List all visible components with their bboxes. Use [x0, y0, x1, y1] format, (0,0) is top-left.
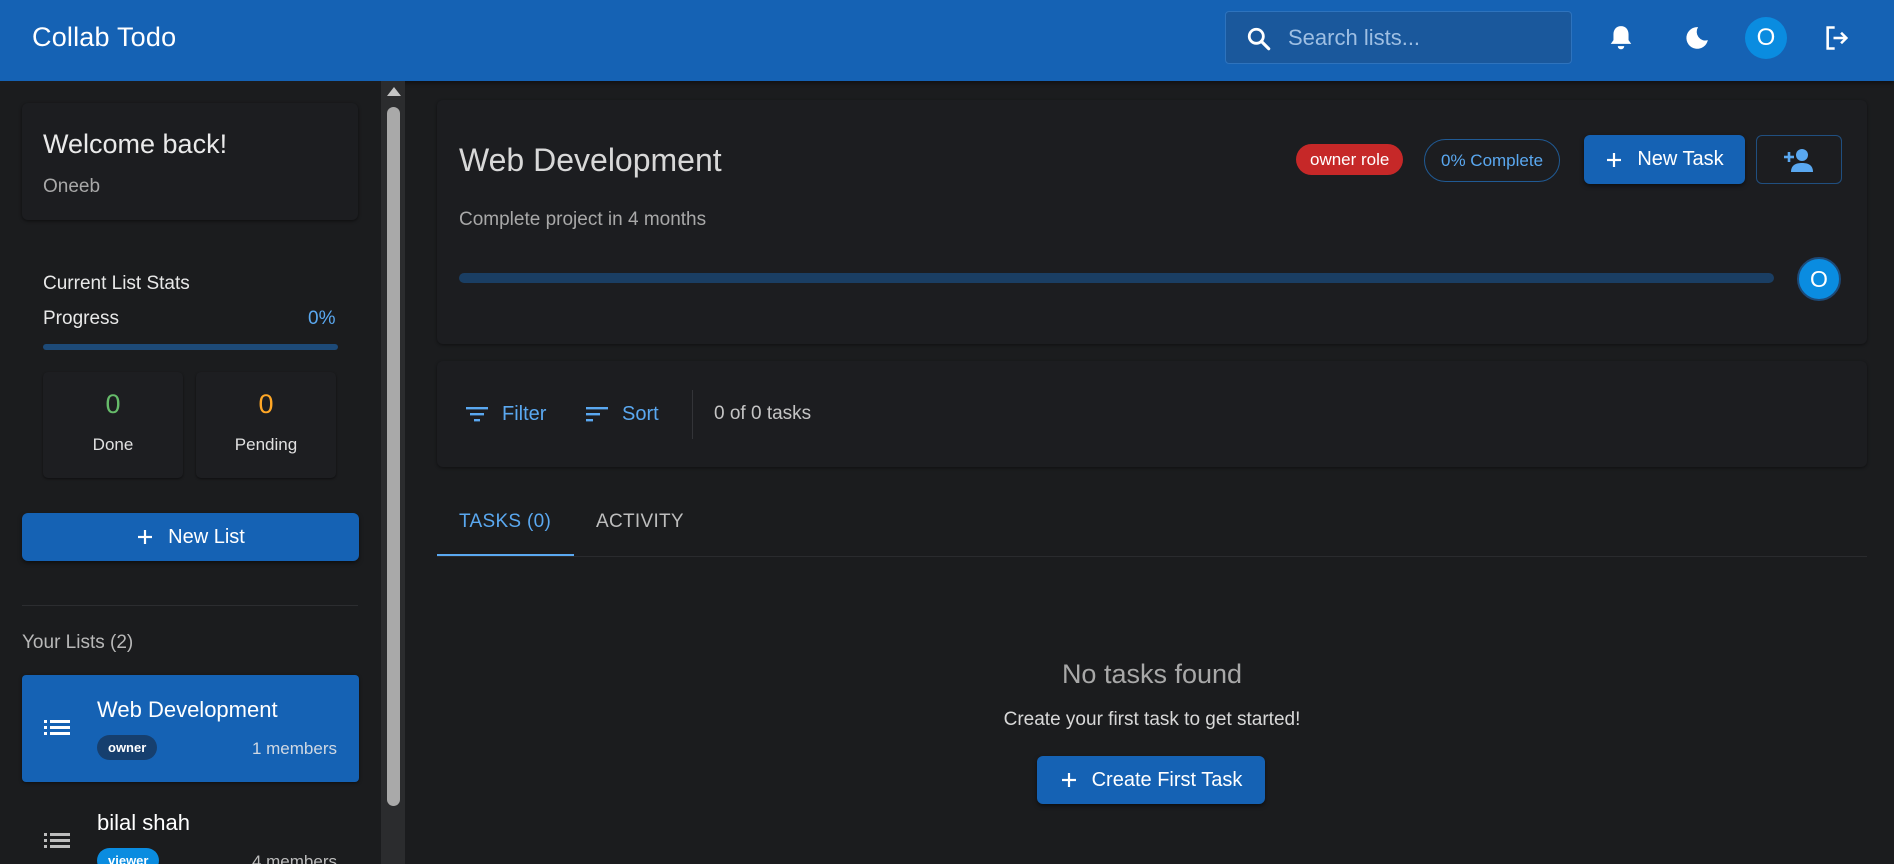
list-icon: [44, 830, 70, 850]
member-count: 1 members: [251, 739, 337, 758]
sort-label: Sort: [622, 402, 659, 425]
logout-icon[interactable]: [1817, 18, 1857, 58]
filter-label: Filter: [502, 402, 547, 425]
create-first-task-label: Create First Task: [1091, 768, 1243, 791]
scroll-up-arrow-icon[interactable]: [387, 87, 401, 96]
username: Oneeb: [43, 176, 101, 197]
plus-icon: [1060, 771, 1078, 789]
stats-title: Current List Stats: [43, 273, 190, 294]
empty-state-title: No tasks found: [1061, 659, 1243, 689]
complete-chip: 0% Complete: [1424, 139, 1561, 182]
list-item[interactable]: Web Development owner 1 members: [22, 675, 359, 782]
list-title: Web Development: [459, 142, 722, 178]
search-input[interactable]: [1288, 12, 1558, 63]
new-task-label: New Task: [1637, 148, 1724, 170]
plus-icon: [136, 528, 154, 546]
person-add-icon: [1783, 147, 1815, 173]
list-name: Web Development: [97, 697, 278, 722]
scroll-thumb[interactable]: [387, 107, 400, 806]
lists-heading: Your Lists (2): [22, 632, 134, 653]
member-count: 4 members: [251, 852, 337, 864]
filter-icon: [466, 405, 488, 423]
list-description: Complete project in 4 months: [459, 209, 707, 230]
user-avatar[interactable]: O: [1745, 17, 1787, 59]
bell-icon[interactable]: [1601, 18, 1641, 58]
new-task-button[interactable]: New Task: [1584, 135, 1745, 184]
active-tab-indicator: [437, 554, 574, 556]
toolbar-divider: [692, 390, 693, 439]
share-button[interactable]: [1756, 135, 1842, 184]
task-count: 0 of 0 tasks: [714, 403, 812, 424]
new-list-button[interactable]: New List: [22, 513, 359, 561]
new-list-label: New List: [168, 525, 245, 548]
sidebar-progress-bar: [43, 344, 338, 350]
progress-label: Progress: [43, 308, 120, 329]
pending-count: 0: [258, 389, 274, 419]
sort-icon: [586, 405, 608, 423]
list-name: bilal shah: [97, 810, 190, 835]
sidebar-scrollbar[interactable]: [381, 81, 405, 864]
sort-button[interactable]: Sort: [586, 399, 659, 429]
done-label: Done: [92, 435, 134, 454]
done-count: 0: [105, 389, 121, 419]
done-stat: 0 Done: [43, 372, 183, 478]
list-icon: [44, 717, 70, 737]
welcome-title: Welcome back!: [43, 129, 228, 159]
tabs-divider: [437, 556, 1867, 557]
tab-activity[interactable]: ACTIVITY: [596, 511, 684, 533]
create-first-task-button[interactable]: Create First Task: [1037, 756, 1265, 804]
moon-icon[interactable]: [1677, 18, 1717, 58]
pending-label: Pending: [234, 435, 298, 454]
search-box[interactable]: [1225, 11, 1572, 64]
search-icon: [1246, 26, 1272, 52]
member-avatar[interactable]: O: [1797, 257, 1841, 301]
filter-button[interactable]: Filter: [466, 399, 546, 429]
owner-role-chip: owner role: [1296, 144, 1404, 175]
tab-tasks[interactable]: TASKS (0): [459, 511, 551, 533]
empty-state-subtitle: Create your first task to get started!: [1003, 709, 1301, 730]
app-bar: Collab Todo O: [0, 0, 1894, 81]
list-item[interactable]: bilal shah viewer 4 members: [22, 788, 359, 864]
welcome-card: Welcome back! Oneeb: [22, 103, 358, 220]
pending-stat: 0 Pending: [196, 372, 336, 478]
sidebar-divider: [22, 605, 358, 606]
role-badge: owner: [97, 735, 158, 760]
list-progress-bar: [459, 273, 1774, 283]
role-badge: viewer: [97, 848, 160, 864]
plus-icon: [1605, 151, 1623, 169]
app-title: Collab Todo: [32, 22, 177, 52]
progress-value: 0%: [308, 308, 336, 329]
